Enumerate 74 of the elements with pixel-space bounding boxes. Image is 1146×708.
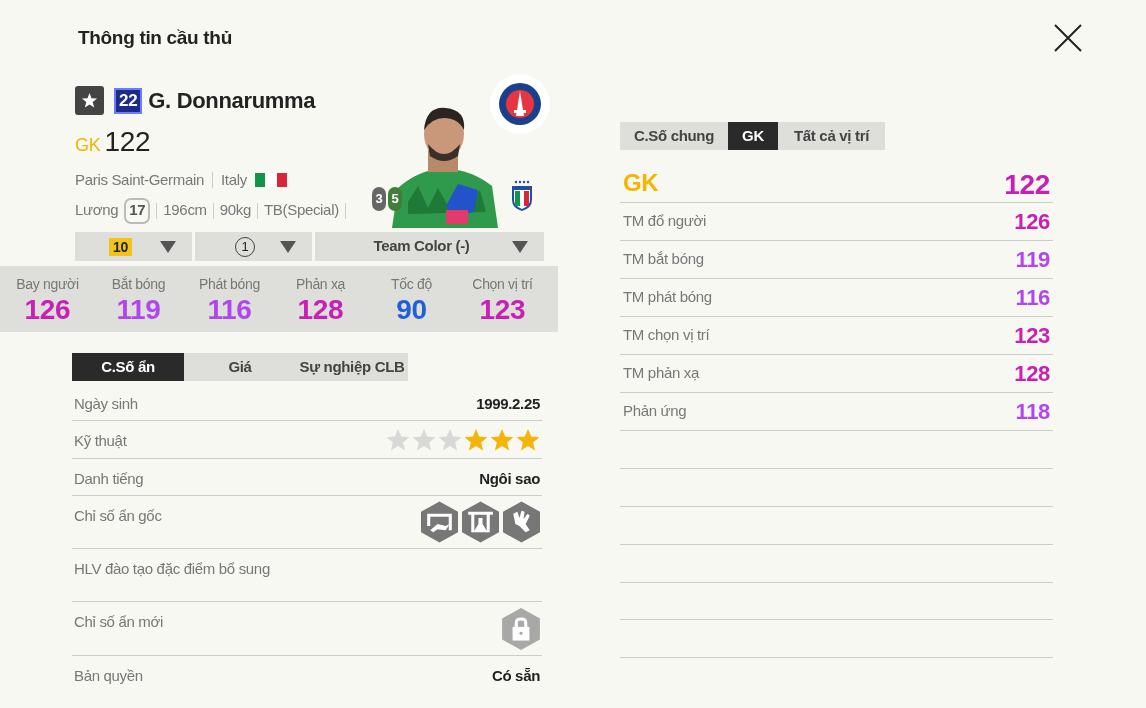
stat-value: 119 bbox=[1015, 246, 1050, 274]
dropdown[interactable]: 1 bbox=[195, 232, 312, 261]
nation-name: Italy bbox=[220, 170, 247, 190]
overall-rating: 122 bbox=[104, 125, 151, 159]
stat-value: 128 bbox=[297, 294, 344, 325]
info-value: 1999.2.25 bbox=[476, 394, 540, 414]
club-name: Paris Saint-Germain bbox=[75, 170, 204, 190]
info-label: Chỉ số ẩn mới bbox=[74, 612, 164, 632]
stat-label: TM chọn vị trí bbox=[623, 325, 710, 346]
info-label: Danh tiếng bbox=[74, 469, 144, 489]
dropdown[interactable]: Team Color (-) bbox=[315, 232, 544, 261]
tab[interactable]: C.Số ẩn bbox=[72, 353, 184, 381]
star-icon bbox=[438, 428, 462, 452]
glove-icon bbox=[503, 501, 540, 543]
info-value: Có sẵn bbox=[491, 666, 540, 686]
body-type: TB(Special) bbox=[264, 200, 339, 221]
star-icon bbox=[464, 428, 488, 452]
salary-label: Lương bbox=[75, 200, 119, 221]
star-icon bbox=[490, 428, 514, 452]
stat-value: 128 bbox=[1014, 360, 1050, 388]
stat-value: 90 bbox=[396, 294, 427, 325]
position-label: GK bbox=[623, 168, 659, 198]
stat-value: 126 bbox=[1014, 208, 1050, 236]
dropdown-value: Team Color (-) bbox=[372, 236, 471, 257]
info-label: Ngày sinh bbox=[74, 394, 138, 414]
star-icon bbox=[412, 428, 436, 452]
stat-label: TM phát bóng bbox=[623, 287, 712, 308]
stat-value: 123 bbox=[479, 294, 526, 325]
level-badge: 10 bbox=[109, 237, 132, 256]
stat-label: Phản xạ bbox=[295, 274, 346, 294]
flag-icon bbox=[254, 173, 287, 188]
info-label: HLV đào tạo đặc điểm bổ sung bbox=[74, 559, 270, 579]
stat-value: 119 bbox=[116, 294, 161, 325]
weight-value: 90kg bbox=[219, 200, 251, 221]
federation-crest-icon bbox=[511, 180, 533, 212]
position-label: GK bbox=[75, 134, 101, 157]
stat-label: Tốc độ bbox=[391, 274, 432, 294]
club-crest-icon bbox=[490, 74, 550, 134]
height-value: 196cm bbox=[163, 200, 207, 221]
weak-foot-rating: 3 bbox=[372, 187, 386, 211]
star-icon bbox=[516, 428, 540, 452]
stat-label: Bắt bóng bbox=[111, 274, 166, 294]
star-icon bbox=[386, 428, 410, 452]
stat-label: Bay người bbox=[16, 274, 79, 294]
shirt-number: 22 bbox=[114, 87, 143, 114]
stat-value: 118 bbox=[1015, 398, 1050, 426]
trait-icon bbox=[462, 501, 499, 543]
trait-icon bbox=[421, 501, 458, 543]
close-icon[interactable] bbox=[1054, 24, 1082, 52]
dropdown[interactable]: 10 bbox=[75, 232, 192, 261]
stat-label: TM đổ người bbox=[623, 211, 707, 232]
page-title: Thông tin cầu thủ bbox=[78, 25, 232, 50]
stat-value: 123 bbox=[1014, 322, 1050, 350]
player-name: G. Donnarumma bbox=[148, 87, 316, 115]
stat-label: Chọn vị trí bbox=[472, 274, 533, 294]
caret-icon bbox=[512, 240, 528, 253]
caret-icon bbox=[280, 240, 296, 253]
strong-foot-rating: 5 bbox=[388, 187, 402, 211]
lock-icon bbox=[502, 608, 540, 650]
info-label: Chỉ số ẩn gốc bbox=[74, 506, 162, 526]
info-label: Bản quyền bbox=[74, 666, 143, 686]
stat-label: Phản ứng bbox=[623, 401, 687, 422]
info-label: Kỹ thuật bbox=[74, 431, 127, 451]
stat-label: TM phản xạ bbox=[623, 363, 699, 384]
stat-value: 126 bbox=[24, 294, 71, 325]
stat-value: 116 bbox=[1015, 284, 1050, 312]
stat-label: TM bắt bóng bbox=[623, 249, 704, 270]
stat-label: Phát bóng bbox=[199, 274, 260, 294]
salary-badge: 17 bbox=[124, 197, 151, 224]
stat-value: 116 bbox=[207, 294, 252, 325]
tab[interactable]: GK bbox=[728, 122, 778, 150]
position-rating: 122 bbox=[1004, 169, 1050, 201]
caret-icon bbox=[160, 240, 176, 253]
info-value: Ngôi sao bbox=[479, 469, 540, 489]
